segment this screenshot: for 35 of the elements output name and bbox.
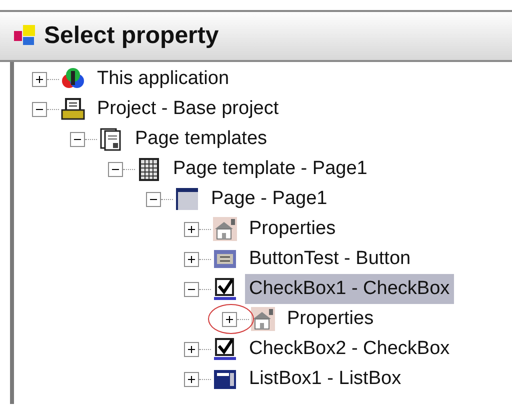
collapse-toggle[interactable]: [32, 102, 47, 116]
expand-toggle[interactable]: [184, 342, 199, 356]
tree-item[interactable]: Page templates: [131, 124, 272, 154]
collapse-toggle[interactable]: [108, 162, 123, 176]
tree-item[interactable]: Project - Base project: [93, 94, 283, 124]
tree-item[interactable]: Properties: [245, 214, 340, 244]
collapse-toggle[interactable]: [146, 192, 161, 206]
tree-item[interactable]: CheckBox1 - CheckBox: [245, 274, 454, 304]
app-logo-icon: [61, 67, 85, 91]
tree-item[interactable]: ButtonTest - Button: [245, 244, 415, 274]
page-icon: [175, 187, 199, 211]
tree-item[interactable]: Page template - Page1: [169, 154, 372, 184]
house-icon: [213, 217, 237, 241]
list-icon: [213, 367, 237, 391]
grid-page-icon: [137, 157, 161, 181]
expand-toggle[interactable]: [184, 372, 199, 386]
printer-icon: [61, 97, 85, 121]
checkbox-icon: [213, 337, 237, 361]
collapse-toggle[interactable]: [70, 132, 85, 146]
documents-icon: [99, 127, 123, 151]
app-window-icon: [14, 25, 36, 47]
tree-item[interactable]: Properties: [283, 304, 378, 334]
window-title: Select property: [44, 21, 219, 51]
tree-item[interactable]: Page - Page1: [207, 184, 332, 214]
checkbox-icon: [213, 277, 237, 301]
collapse-toggle[interactable]: [184, 282, 199, 296]
house-icon: [251, 307, 275, 331]
tree-item[interactable]: CheckBox2 - CheckBox: [245, 334, 454, 364]
expand-toggle[interactable]: [32, 72, 47, 86]
button-icon: [213, 247, 237, 271]
expand-toggle[interactable]: [184, 252, 199, 266]
tree-item[interactable]: ListBox1 - ListBox: [245, 364, 406, 394]
expand-toggle[interactable]: [222, 312, 237, 326]
tree-item[interactable]: This application: [93, 64, 234, 94]
expand-toggle[interactable]: [184, 222, 199, 236]
